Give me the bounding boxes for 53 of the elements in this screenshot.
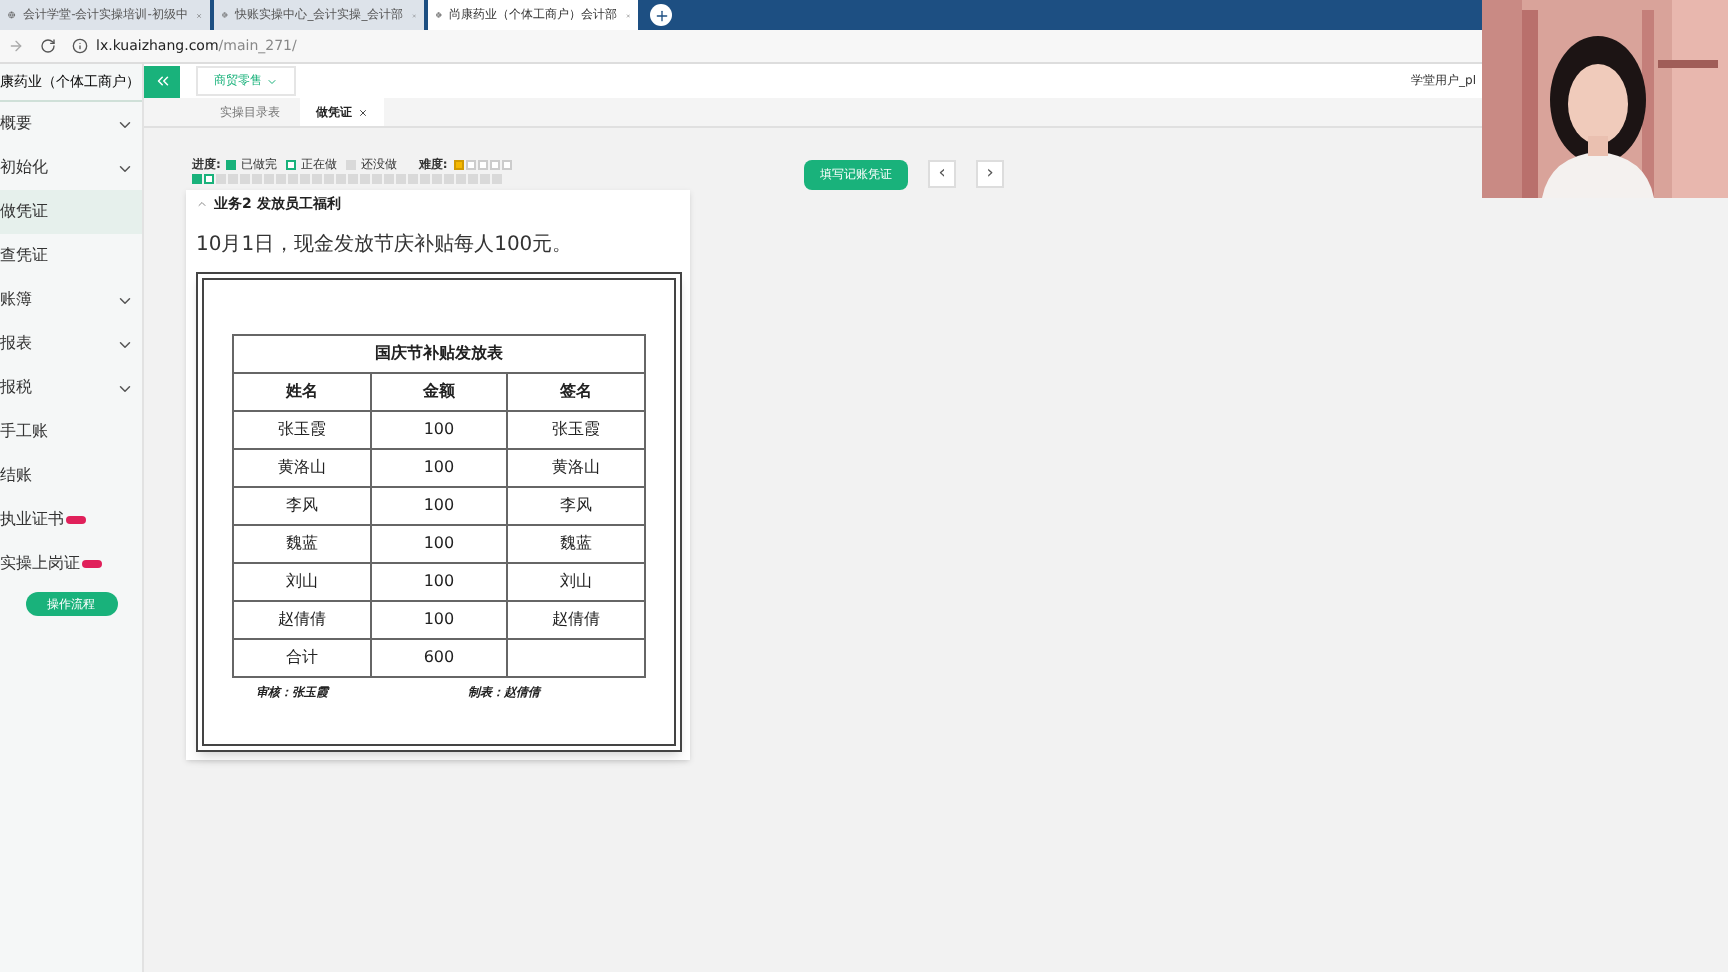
globe-icon: [222, 8, 228, 22]
table-cell: [507, 639, 645, 677]
new-badge-icon: [82, 560, 102, 568]
new-tab-icon[interactable]: [650, 4, 672, 26]
sidebar-item[interactable]: 报税: [0, 366, 142, 410]
globe-icon: [436, 8, 442, 22]
table-cell: 黄洛山: [507, 449, 645, 487]
globe-icon: [8, 8, 16, 22]
chevron-icon: [266, 75, 278, 87]
sidebar-item[interactable]: 查凭证: [0, 234, 142, 278]
progress-step-icon[interactable]: [204, 174, 214, 184]
collapse-button[interactable]: [144, 65, 180, 97]
table-cell: 赵倩倩: [233, 601, 371, 639]
sidebar-item[interactable]: 概要: [0, 102, 142, 146]
table-cell: 赵倩倩: [507, 601, 645, 639]
sidebar-item[interactable]: 做凭证: [0, 190, 142, 234]
table-cell: 100: [370, 411, 508, 449]
table-cell: 合计: [233, 639, 371, 677]
collapse-icon[interactable]: [196, 198, 208, 210]
sidebar-item[interactable]: 初始化: [0, 146, 142, 190]
reload-icon[interactable]: [40, 38, 56, 54]
column-header: 姓名: [233, 373, 371, 411]
table-cell: 李风: [507, 487, 645, 525]
table-cell: 600: [370, 639, 508, 677]
new-badge-icon: [66, 516, 86, 524]
double-chevron-icon: [153, 72, 171, 90]
sidebar-item[interactable]: 执业证书: [0, 498, 142, 542]
table-cell: 张玉霞: [233, 411, 371, 449]
column-header: 金额: [370, 373, 508, 411]
column-header: 签名: [507, 373, 645, 411]
table-cell: 刘山: [507, 563, 645, 601]
table-cell: 魏蓝: [507, 525, 645, 563]
info-icon: [72, 38, 88, 54]
table-cell: 100: [370, 487, 508, 525]
table-cell: 李风: [233, 487, 371, 525]
task-description: 10月1日，现金发放节庆补贴每人100元。: [194, 231, 575, 260]
next-button[interactable]: ›: [976, 160, 1004, 188]
table-cell: 100: [370, 449, 508, 487]
forward-icon[interactable]: [8, 38, 24, 54]
table-cell: 100: [370, 525, 508, 563]
table-cell: 刘山: [233, 563, 371, 601]
sidebar-item[interactable]: 报表: [0, 322, 142, 366]
sidebar-item[interactable]: 实操上岗证: [0, 542, 142, 586]
table-cell: 魏蓝: [233, 525, 371, 563]
table-cell: 张玉霞: [507, 411, 645, 449]
sidebar-item[interactable]: 账簿: [0, 278, 142, 322]
table-cell: 黄洛山: [233, 449, 371, 487]
table-cell: 100: [370, 601, 508, 639]
previous-button[interactable]: ‹: [928, 160, 956, 188]
sidebar-item[interactable]: 手工账: [0, 410, 142, 454]
table-cell: 100: [370, 563, 508, 601]
sidebar-item[interactable]: 结账: [0, 454, 142, 498]
document-title: 国庆节补贴发放表: [233, 335, 645, 373]
